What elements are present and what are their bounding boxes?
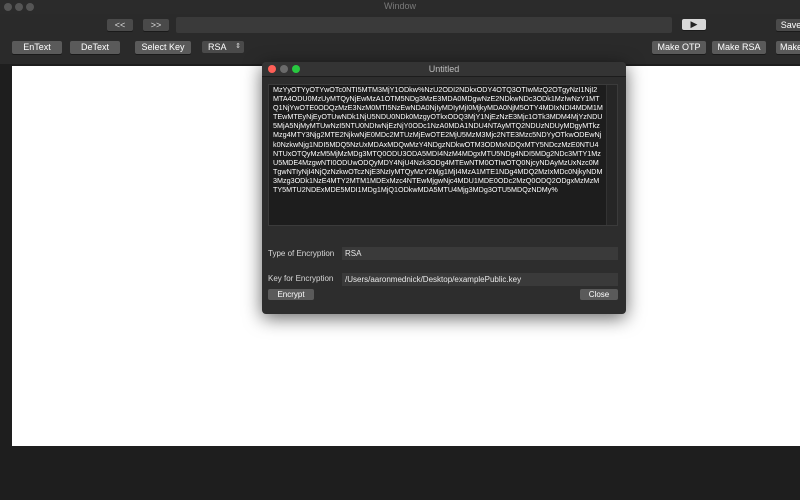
key-label: Key for Encryption — [268, 274, 334, 283]
back-button[interactable]: << — [107, 19, 133, 31]
make-rsa-button[interactable]: Make RSA — [712, 41, 766, 54]
encryption-type-field[interactable]: RSA — [342, 247, 618, 260]
window-title: Window — [383, 1, 416, 11]
go-button[interactable]: ▶ — [682, 19, 706, 30]
encryption-dialog: Untitled MzYyOTYyOTYwOTc0NTI5MTM3MjY1ODk… — [262, 62, 626, 314]
url-field[interactable] — [176, 17, 672, 33]
dialog-title: Untitled — [428, 64, 460, 74]
forward-button[interactable]: >> — [143, 19, 169, 31]
toolbar: << >> ▶ Save EnText DeText Select Key RS… — [0, 14, 800, 64]
encrypted-text: MzYyOTYyOTYwOTc0NTI5MTM3MjY1ODkw%NzU2ODI… — [273, 85, 603, 195]
entext-button[interactable]: EnText — [12, 41, 62, 54]
text-scrollbar[interactable] — [606, 85, 617, 225]
make-otp-button[interactable]: Make OTP — [652, 41, 706, 54]
algorithm-select-value: RSA — [208, 42, 227, 52]
save-button[interactable]: Save — [776, 19, 800, 31]
detext-button[interactable]: DeText — [70, 41, 120, 54]
algorithm-select[interactable]: RSA ⇕ — [202, 41, 244, 53]
chevron-updown-icon: ⇕ — [235, 43, 241, 50]
encrypt-button[interactable]: Encrypt — [268, 289, 314, 300]
window-title-bar: Window — [0, 0, 800, 14]
close-button[interactable]: Close — [580, 289, 618, 300]
encrypted-text-area[interactable]: MzYyOTYyOTYwOTc0NTI5MTM3MjY1ODkw%NzU2ODI… — [268, 84, 618, 226]
dialog-title-bar: Untitled — [262, 62, 626, 77]
make-more-button[interactable]: Make — [776, 41, 800, 54]
key-path-field[interactable]: /Users/aaronmednick/Desktop/examplePubli… — [342, 273, 618, 286]
select-key-button[interactable]: Select Key — [135, 41, 191, 54]
encryption-type-label: Type of Encryption — [268, 249, 335, 258]
